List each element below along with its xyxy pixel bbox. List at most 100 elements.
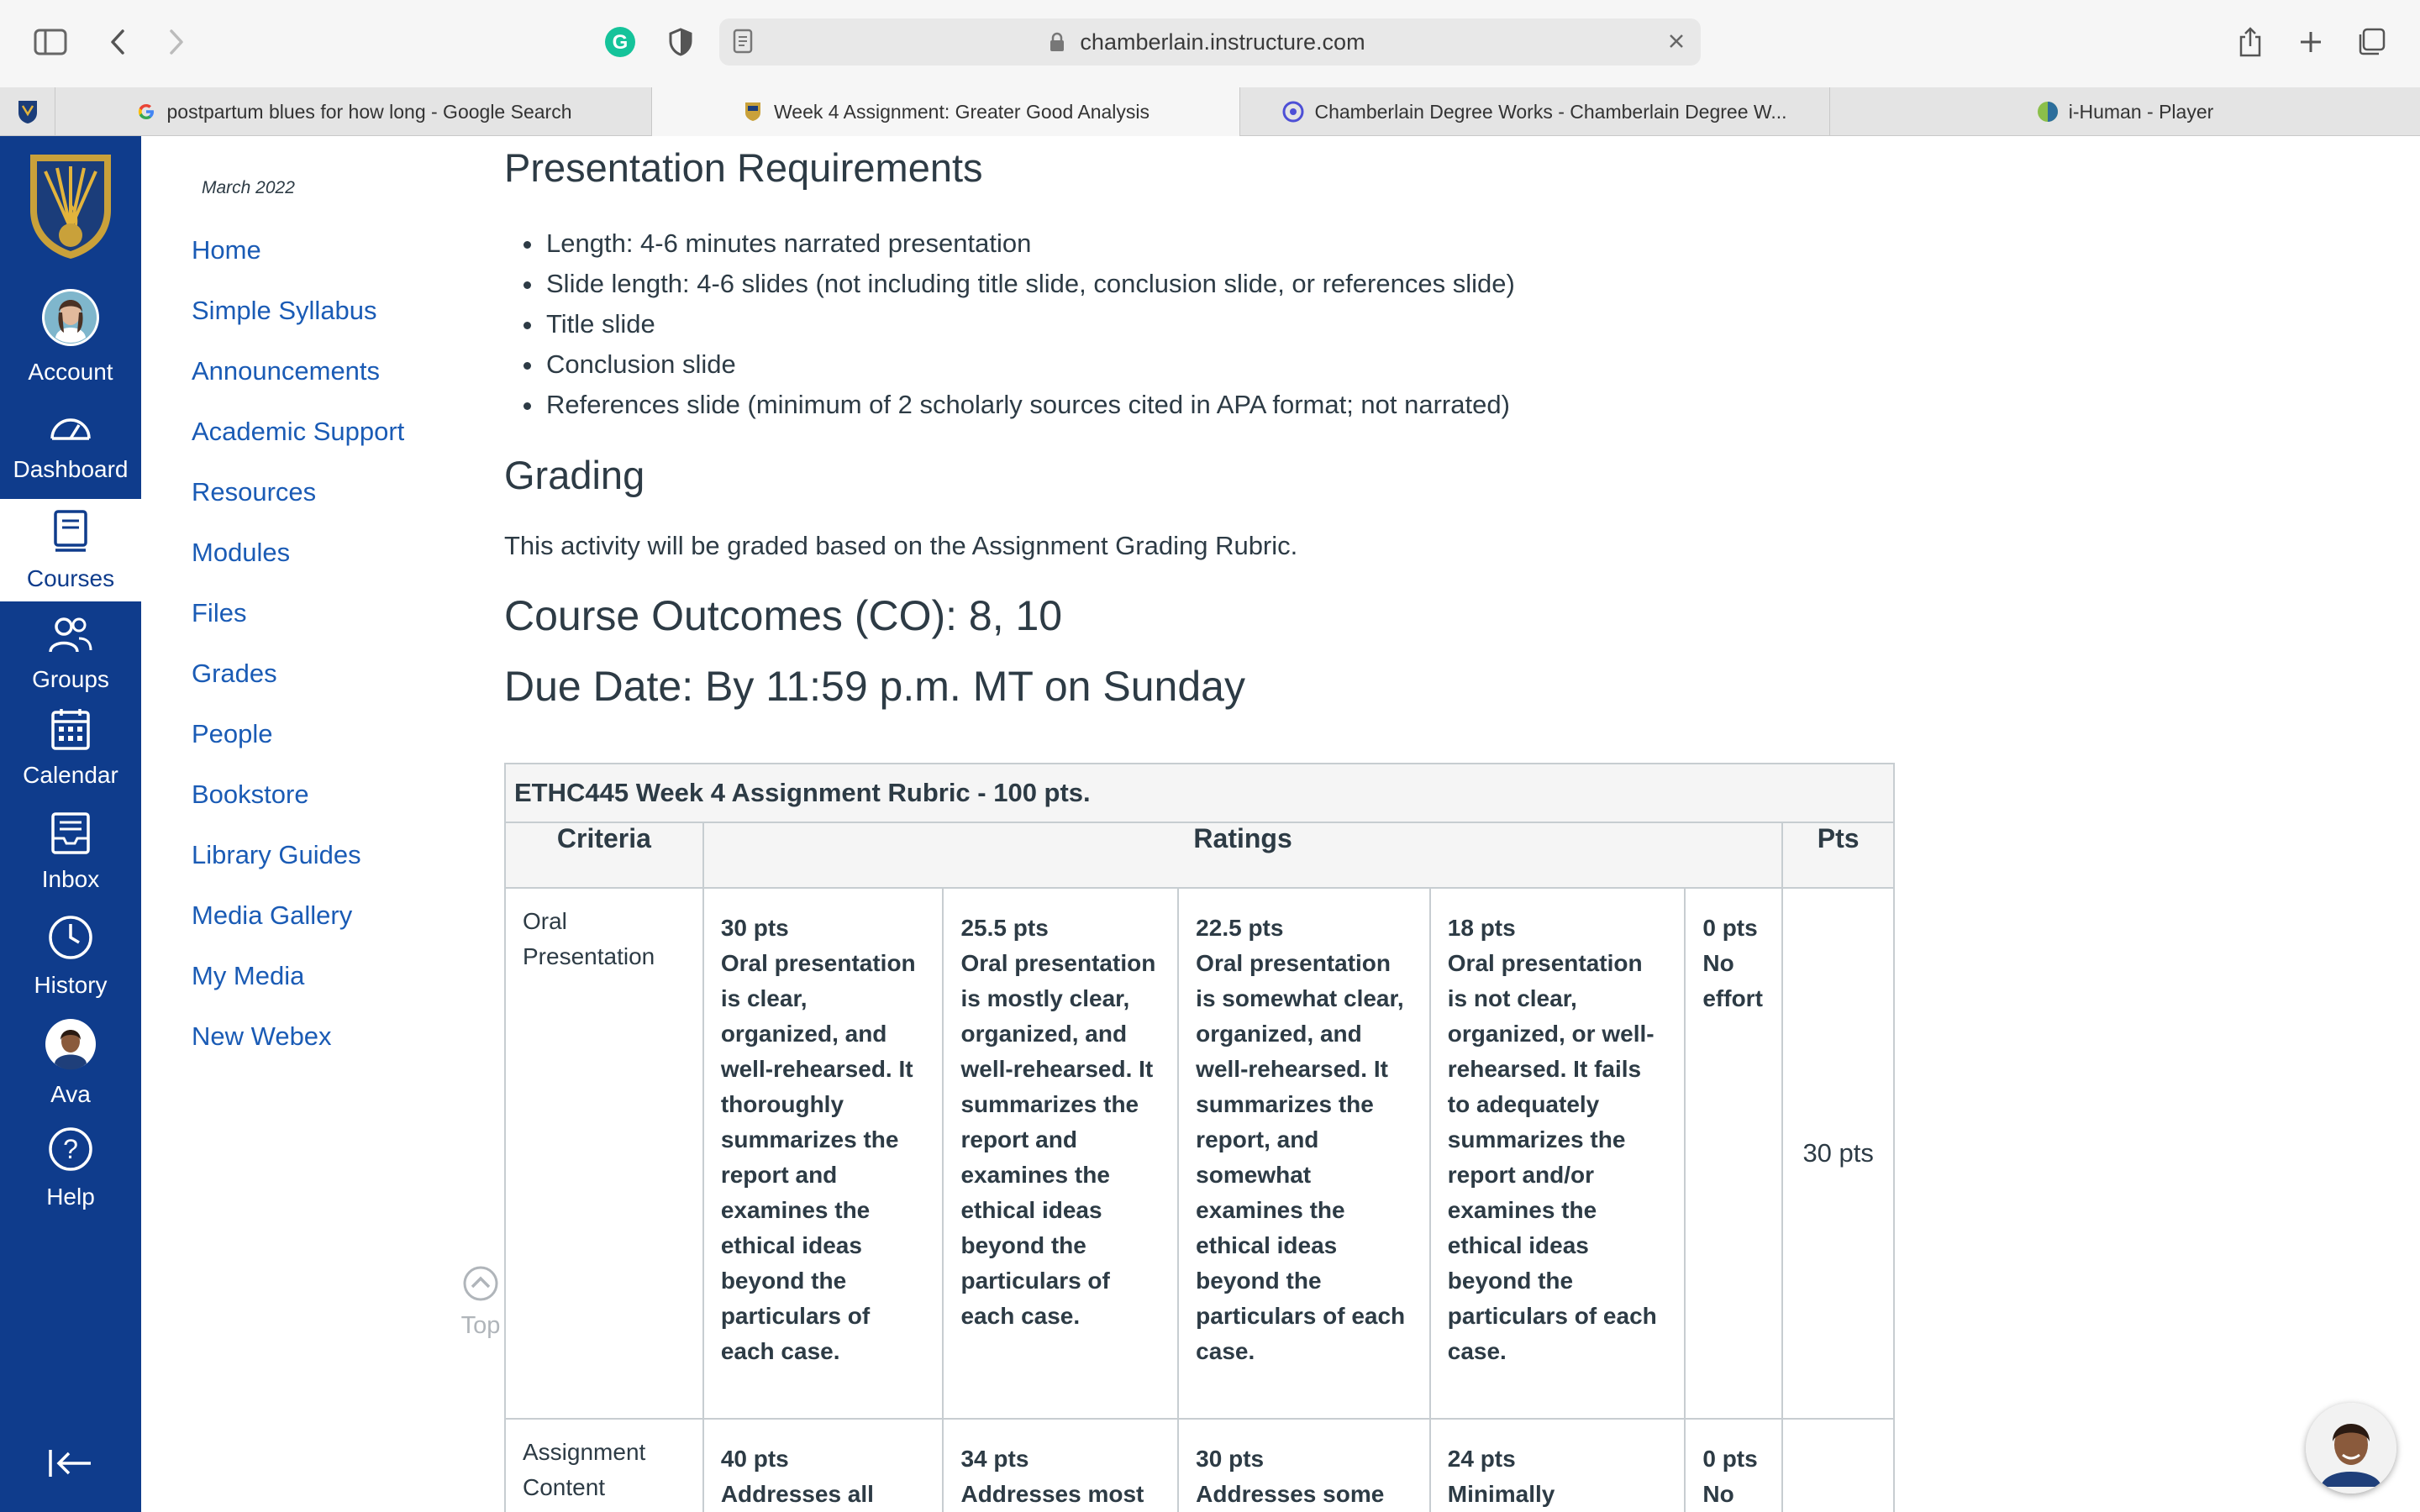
share-icon[interactable]: [2227, 18, 2274, 66]
tab-google-search[interactable]: postpartum blues for how long - Google S…: [55, 87, 652, 136]
criterion-cell: Assignment Content: [504, 1418, 704, 1512]
rating-description: Oral presentation is somewhat clear, org…: [1196, 950, 1406, 1364]
tab-title: postpartum blues for how long - Google S…: [166, 100, 572, 123]
nav-account[interactable]: Account: [0, 287, 141, 386]
rating-points: 0 pts: [1702, 1446, 1758, 1472]
rating-cell: 25.5 pts Oral presentation is mostly cle…: [942, 887, 1180, 1420]
rating-points: 34 pts: [960, 1446, 1029, 1472]
rating-points: 25.5 pts: [960, 915, 1049, 941]
rating-points: 24 pts: [1447, 1446, 1516, 1472]
grading-heading: Grading: [504, 453, 645, 497]
nav-inbox[interactable]: Inbox: [0, 811, 141, 893]
assistant-chat-button[interactable]: [2306, 1403, 2396, 1494]
reader-view-icon[interactable]: [733, 29, 753, 58]
nav-label: Account: [28, 359, 113, 385]
address-bar[interactable]: chamberlain.instructure.com: [719, 18, 1701, 66]
course-nav-grades[interactable]: Grades: [192, 659, 404, 719]
rating-points: 40 pts: [720, 1446, 789, 1472]
nav-calendar[interactable]: Calendar: [0, 707, 141, 789]
nav-label: Calendar: [23, 762, 118, 788]
tab-overview-icon[interactable]: [2348, 18, 2395, 66]
criterion-points: [1781, 1418, 1895, 1512]
ratings-header: Ratings: [702, 822, 1784, 889]
course-nav-modules[interactable]: Modules: [192, 538, 404, 598]
course-nav-library-guides[interactable]: Library Guides: [192, 840, 404, 900]
degreeworks-icon: [1282, 101, 1304, 123]
nav-ava[interactable]: Ava: [0, 1018, 141, 1108]
rating-cell: 30 pts Addresses some: [1177, 1418, 1431, 1512]
assistant-avatar-icon: [2306, 1403, 2396, 1494]
nav-groups[interactable]: Groups: [0, 615, 141, 693]
calendar-icon: [50, 707, 91, 757]
chamberlain-logo[interactable]: [25, 151, 116, 265]
list-item: Slide length: 4-6 slides (not including …: [544, 264, 1515, 304]
clear-url-icon[interactable]: [1664, 29, 1689, 58]
browser-toolbar: G chamberlain.instructure.com: [0, 0, 2420, 87]
nav-history[interactable]: History: [0, 914, 141, 999]
sidebar-toggle-icon[interactable]: [27, 18, 74, 66]
presentation-requirements-heading: Presentation Requirements: [504, 145, 983, 190]
rating-cell: 0 pts No: [1684, 1418, 1784, 1512]
ihuman-icon: [2037, 101, 2059, 123]
dashboard-icon: [47, 407, 94, 451]
svg-text:?: ?: [63, 1134, 78, 1164]
grammarly-icon[interactable]: G: [597, 18, 644, 66]
chamberlain-shield-icon: [18, 101, 37, 123]
requirements-list: Length: 4-6 minutes narrated presentatio…: [544, 223, 1515, 425]
term-label: March 2022: [202, 178, 295, 197]
nav-dashboard[interactable]: Dashboard: [0, 407, 141, 483]
tab-bar: postpartum blues for how long - Google S…: [0, 87, 2420, 136]
criterion-points: 30 pts: [1781, 887, 1895, 1420]
criteria-header: Criteria: [504, 822, 704, 889]
rating-description: No effort: [1702, 950, 1763, 1011]
course-nav-bookstore[interactable]: Bookstore: [192, 780, 404, 840]
course-nav-new-webex[interactable]: New Webex: [192, 1021, 404, 1082]
url-text: chamberlain.instructure.com: [1080, 29, 1365, 55]
nav-label: Ava: [50, 1081, 91, 1107]
assignment-content: Presentation Requirements Length: 4-6 mi…: [504, 136, 2420, 1512]
tab-ihuman-player[interactable]: i-Human - Player: [1830, 87, 2420, 136]
course-nav-announcements[interactable]: Announcements: [192, 356, 404, 417]
course-nav-home[interactable]: Home: [192, 235, 404, 296]
top-label: Top: [460, 1312, 501, 1339]
course-nav-resources[interactable]: Resources: [192, 477, 404, 538]
rubric-table: ETHC445 Week 4 Assignment Rubric - 100 p…: [504, 763, 1895, 1512]
course-nav-simple-syllabus[interactable]: Simple Syllabus: [192, 296, 404, 356]
list-item: Length: 4-6 minutes narrated presentatio…: [544, 223, 1515, 264]
course-nav-files[interactable]: Files: [192, 598, 404, 659]
tab-degree-works[interactable]: Chamberlain Degree Works - Chamberlain D…: [1240, 87, 1830, 136]
course-nav-people[interactable]: People: [192, 719, 404, 780]
back-icon[interactable]: [94, 18, 141, 66]
course-outcomes-heading: Course Outcomes (CO): 8, 10: [504, 592, 1063, 639]
rating-description: Addresses some: [1196, 1481, 1385, 1507]
rating-points: 30 pts: [720, 915, 789, 941]
forward-icon[interactable]: [153, 18, 200, 66]
tab-week4-assignment[interactable]: Week 4 Assignment: Greater Good Analysis: [652, 87, 1240, 136]
nav-courses[interactable]: Courses: [0, 499, 141, 601]
ava-avatar: [45, 1018, 97, 1076]
rating-points: 22.5 pts: [1196, 915, 1284, 941]
help-icon: ?: [47, 1126, 94, 1179]
nav-help[interactable]: ? Help: [0, 1126, 141, 1210]
groups-icon: [47, 615, 94, 661]
collapse-nav-icon[interactable]: [47, 1446, 94, 1484]
new-tab-icon[interactable]: [2287, 18, 2334, 66]
list-item: Conclusion slide: [544, 344, 1515, 385]
criterion-cell: Oral Presentation: [504, 887, 704, 1420]
course-nav-list: Home Simple Syllabus Announcements Acade…: [192, 235, 404, 1082]
chevron-up-circle-icon: [462, 1265, 499, 1309]
rating-cell: 18 pts Oral presentation is not clear, o…: [1428, 887, 1686, 1420]
rating-cell: 40 pts Addresses all: [702, 1418, 944, 1512]
pinned-tab[interactable]: [0, 87, 55, 136]
tab-title: Week 4 Assignment: Greater Good Analysis: [773, 100, 1150, 123]
nav-label: Help: [46, 1184, 95, 1210]
nav-label: History: [34, 972, 108, 998]
list-item: Title slide: [544, 304, 1515, 344]
course-nav-academic-support[interactable]: Academic Support: [192, 417, 404, 477]
rating-points: 30 pts: [1196, 1446, 1265, 1472]
nav-label: Groups: [32, 666, 109, 692]
table-row: Assignment Content 40 pts Addresses all …: [504, 1418, 1895, 1512]
course-nav-my-media[interactable]: My Media: [192, 961, 404, 1021]
course-nav-media-gallery[interactable]: Media Gallery: [192, 900, 404, 961]
privacy-shield-icon[interactable]: [657, 18, 704, 66]
